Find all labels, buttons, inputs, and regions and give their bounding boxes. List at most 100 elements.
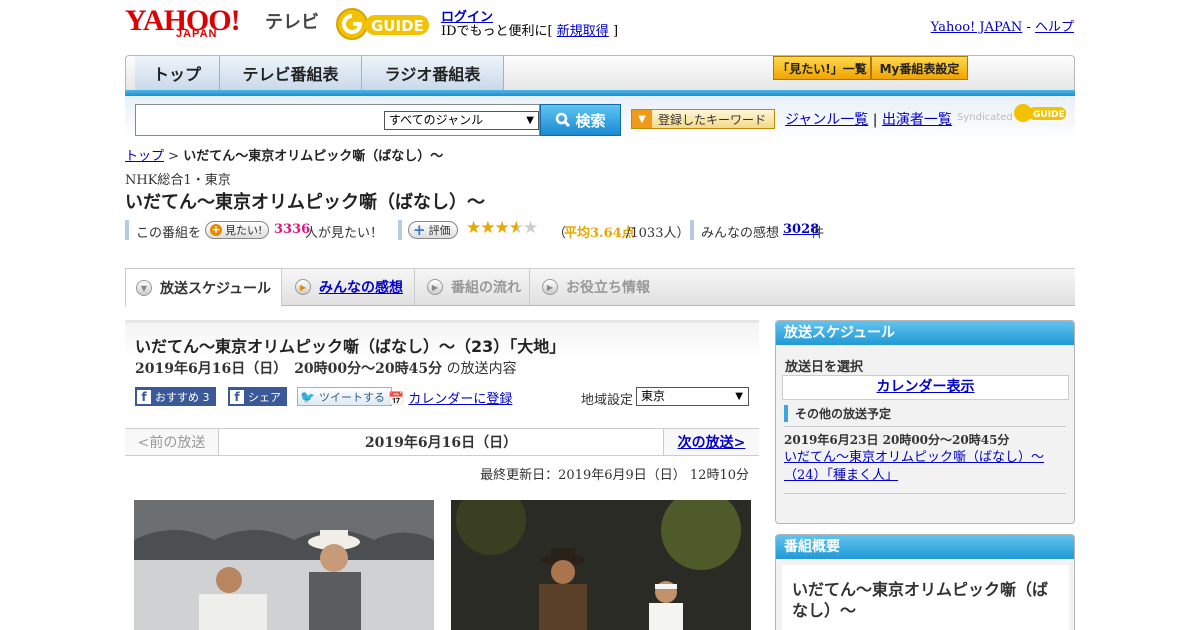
genre-select[interactable]: すべてのジャンル ▼ [384, 111, 539, 130]
search-links-divider: | [872, 112, 878, 128]
region-label: 地域設定 [581, 393, 634, 408]
search-button-label: 検索 [575, 111, 606, 130]
rating-count: /1033人） [626, 226, 690, 241]
facebook-recommend-button[interactable]: f おすすめ 3 [135, 387, 216, 406]
twitter-icon: 🐦 [300, 389, 315, 404]
episode-datetime: 2019年6月16日（日） 20時00分～20時45分 の放送内容 [135, 358, 517, 378]
chevron-down-icon: ▼ [735, 391, 743, 402]
facebook-recommend-label: おすすめ 3 [155, 390, 210, 404]
star-icon: ★ [508, 218, 524, 238]
id-promo-text: IDでもっと便利に[ 新規取得 ] [441, 20, 618, 39]
rate-button[interactable]: + 評価 [408, 221, 458, 239]
breadcrumb: トップ > いだてん～東京オリムピック噺（ばなし）～ [125, 145, 443, 164]
facebook-icon: f [230, 389, 244, 404]
syndicated-label: Syndicated [957, 112, 1013, 123]
star-icon: ★ [494, 218, 510, 238]
tab-info[interactable]: ▶ お役立ち情報 [532, 269, 657, 305]
id-promo-prefix: IDでもっと便利に[ [441, 24, 553, 39]
gguide-logo[interactable]: GUIDE [335, 7, 433, 41]
tab-reviews[interactable]: ▶ みんなの感想 [285, 269, 415, 305]
last-updated: 最終更新日：2019年6月9日（日） 12時10分 [480, 468, 749, 483]
gguide-logo-text: GUIDE [371, 17, 424, 35]
episode-photo-2[interactable] [451, 500, 751, 630]
nav-tab-tv-schedule[interactable]: テレビ番組表 [220, 56, 362, 90]
facebook-share-button[interactable]: f シェア [228, 387, 287, 406]
episode-datetime-value: 2019年6月16日（日） 20時00分～20時45分 [135, 361, 443, 377]
tweet-button[interactable]: 🐦 ツイートする [297, 387, 392, 406]
next-broadcast-link[interactable]: 次の放送> [663, 429, 759, 455]
divider [784, 426, 1066, 427]
chevron-right-icon: ▶ [427, 279, 443, 295]
stat-divider [398, 220, 402, 240]
top-links: Yahoo! JAPAN - ヘルプ [931, 16, 1074, 35]
region-select[interactable]: 東京 ▼ [636, 387, 749, 406]
other-schedule-link[interactable]: いだてん～東京オリムピック噺（ばなし）～（24）「種まく人」 [784, 449, 1059, 485]
chevron-right-icon: ▶ [295, 279, 311, 295]
schedule-panel: 放送スケジュール 放送日を選択 カレンダー表示 その他の放送予定 2019年6月… [775, 320, 1075, 524]
breadcrumb-top-link[interactable]: トップ [125, 149, 164, 164]
id-promo-suffix: ] [612, 24, 619, 39]
breadcrumb-separator: > [168, 149, 180, 164]
summary-panel-header: 番組概要 [776, 535, 1074, 559]
calendar-register-link[interactable]: カレンダーに登録 [408, 392, 512, 407]
nav-tab-top[interactable]: トップ [135, 56, 220, 90]
signup-link[interactable]: 新規取得 [557, 24, 609, 39]
current-broadcast-date: 2019年6月16日（日） [219, 429, 663, 455]
mitai-list-button[interactable]: 「見たい!」一覧 [773, 56, 871, 80]
rating-average: 平均3.64点 [564, 226, 635, 241]
search-button[interactable]: 検索 [540, 104, 621, 136]
other-schedule-datetime: 2019年6月23日 20時00分～20時45分 [784, 433, 1010, 447]
tab-flow[interactable]: ▶ 番組の流れ [417, 269, 530, 305]
divider [784, 493, 1066, 494]
chevron-right-icon: ▶ [542, 279, 558, 295]
select-date-label: 放送日を選択 [785, 360, 864, 375]
mitai-button[interactable]: + 見たい! [205, 221, 270, 239]
tab-schedule[interactable]: ▼ 放送スケジュール [125, 269, 282, 307]
help-link[interactable]: ヘルプ [1035, 20, 1074, 35]
registered-keyword-label: 登録したキーワード [658, 112, 767, 127]
nav-tab-radio-schedule[interactable]: ラジオ番組表 [362, 56, 504, 90]
calendar-register[interactable]: 📅 カレンダーに登録 [388, 388, 512, 407]
summary-program-title: いだてん～東京オリムピック噺（ばなし）～ [792, 580, 1049, 620]
performer-list-link[interactable]: 出演者一覧 [882, 112, 952, 128]
mitai-prefix: この番組を [136, 226, 202, 241]
registered-keyword-button[interactable]: ▼ 登録したキーワード [631, 109, 775, 129]
facebook-icon: f [137, 389, 151, 404]
other-schedule-heading: その他の放送予定 [784, 405, 891, 422]
tab-flow-label: 番組の流れ [451, 280, 521, 296]
plus-icon: + [413, 221, 426, 239]
calendar-display-link[interactable]: カレンダー表示 [782, 375, 1069, 400]
dropdown-arrow-icon: ▼ [632, 110, 652, 128]
star-icon: ★ [523, 218, 538, 238]
program-stats: この番組を + 見たい! 3336 人が見たい！ + 評価 ★★★★★ （ 平均… [125, 218, 925, 241]
stat-divider [690, 220, 694, 240]
my-schedule-button[interactable]: My番組表設定 [871, 56, 968, 80]
prev-broadcast: <前の放送 [125, 429, 219, 455]
search-icon [556, 112, 571, 128]
tv-logo[interactable]: テレビ [265, 8, 319, 34]
breadcrumb-current: いだてん～東京オリムピック噺（ばなし）～ [183, 149, 444, 164]
yahoo-japan-link[interactable]: Yahoo! JAPAN [931, 20, 1023, 35]
rating-stars: ★★★★★ [466, 218, 538, 238]
gguide-small-logo: GUIDE [1014, 104, 1066, 122]
search-links: ジャンル一覧 | 出演者一覧 [785, 109, 952, 129]
date-navigation: <前の放送 2019年6月16日（日） 次の放送> [125, 428, 759, 456]
episode-title: いだてん～東京オリムピック噺（ばなし）～（23）「大地」 [135, 337, 566, 356]
episode-datetime-suffix: の放送内容 [446, 361, 517, 377]
gguide-small-logo-text: GUIDE [1033, 110, 1065, 120]
top-links-separator: - [1026, 20, 1031, 35]
facebook-share-label: シェア [248, 390, 281, 404]
episode-photo-1[interactable] [134, 500, 434, 630]
region-select-value: 東京 [641, 389, 666, 403]
chevron-down-icon: ▼ [136, 280, 152, 296]
genre-select-value: すべてのジャンル [389, 113, 484, 127]
tweet-label: ツイートする [318, 390, 385, 404]
calendar-icon: 📅 [388, 392, 405, 407]
chevron-down-icon: ▼ [526, 115, 534, 126]
genre-list-link[interactable]: ジャンル一覧 [785, 112, 868, 128]
summary-panel: 番組概要 いだてん～東京オリムピック噺（ばなし）～ [775, 534, 1075, 630]
stat-divider [125, 220, 129, 240]
plus-icon: + [210, 223, 222, 236]
mitai-suffix: 人が見たい！ [305, 226, 384, 241]
tab-info-label: お役立ち情報 [566, 280, 650, 296]
